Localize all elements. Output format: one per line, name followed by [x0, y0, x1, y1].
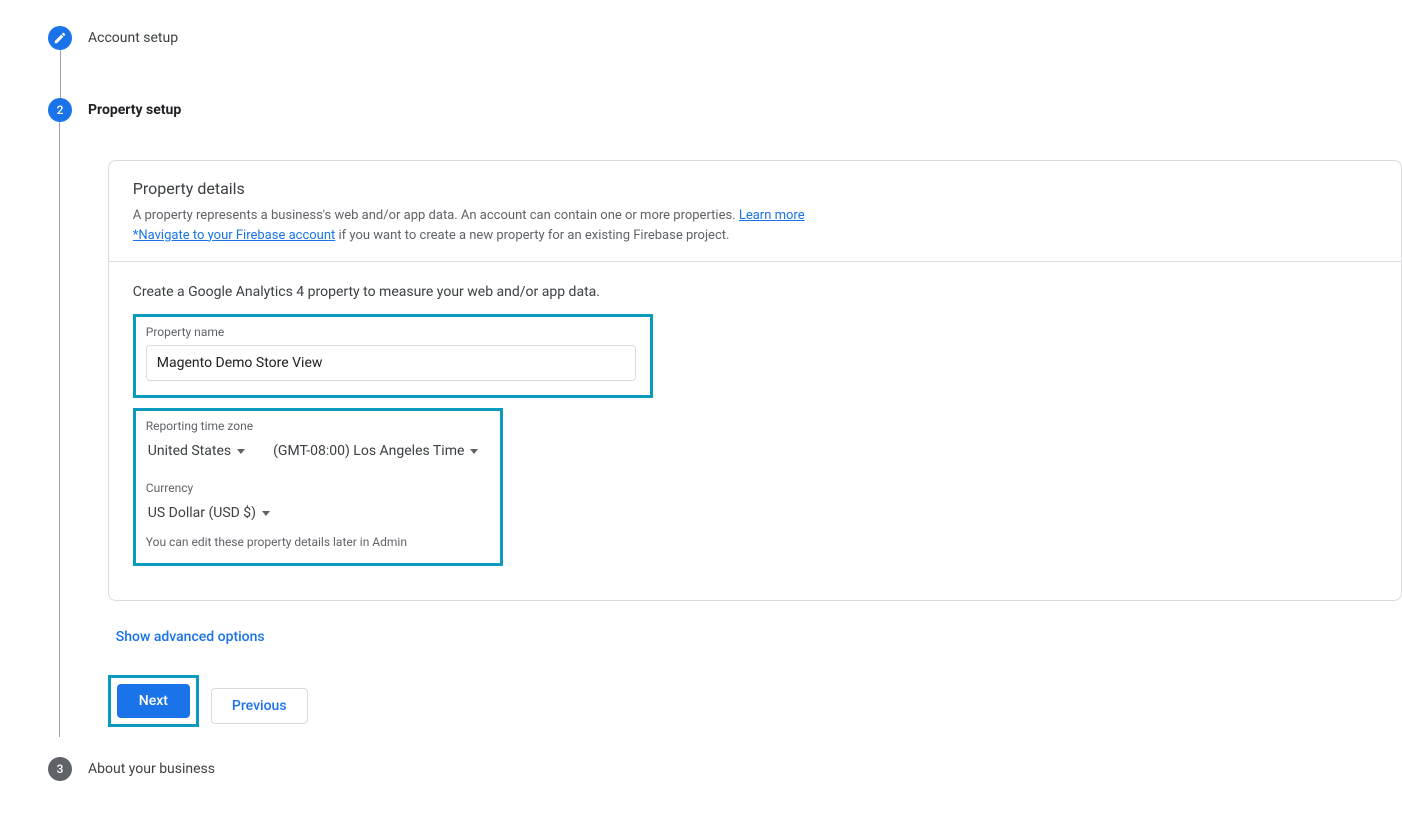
timezone-value: (GMT-08:00) Los Angeles Time [273, 443, 464, 459]
chevron-down-icon [237, 449, 245, 454]
intro-text: Create a Google Analytics 4 property to … [133, 284, 1377, 300]
step-account-setup[interactable]: Account setup [48, 26, 1402, 50]
currency-label: Currency [146, 481, 490, 495]
country-value: United States [148, 443, 231, 459]
timezone-label: Reporting time zone [146, 419, 490, 433]
step-1-badge [48, 26, 72, 50]
step-property-setup: 2 Property setup [48, 98, 1402, 122]
country-select[interactable]: United States [146, 439, 247, 463]
step-2-label: Property setup [88, 102, 181, 118]
step-3-badge: 3 [48, 757, 72, 781]
panel-title: Property details [133, 179, 1377, 198]
currency-value: US Dollar (USD $) [148, 505, 256, 521]
property-name-highlight: Property name [133, 314, 653, 398]
currency-select[interactable]: US Dollar (USD $) [146, 501, 272, 525]
property-name-label: Property name [146, 325, 640, 339]
step-2-badge: 2 [48, 98, 72, 122]
timezone-select[interactable]: (GMT-08:00) Los Angeles Time [271, 439, 480, 463]
next-button-highlight: Next [108, 675, 199, 727]
step-about-business: 3 About your business [48, 757, 1402, 781]
learn-more-link[interactable]: Learn more [739, 208, 805, 223]
edit-later-hint: You can edit these property details late… [146, 535, 490, 549]
property-details-panel: Property details A property represents a… [108, 160, 1402, 601]
step-2-number: 2 [57, 103, 64, 117]
firebase-account-link[interactable]: *Navigate to your Firebase account [133, 228, 336, 243]
timezone-currency-highlight: Reporting time zone United States (GMT-0… [133, 408, 503, 566]
step-3-label: About your business [88, 761, 215, 777]
chevron-down-icon [262, 511, 270, 516]
step-3-number: 3 [57, 762, 64, 776]
next-button[interactable]: Next [117, 684, 190, 718]
show-advanced-options-link[interactable]: Show advanced options [116, 629, 265, 645]
panel-description: A property represents a business's web a… [133, 206, 1377, 245]
step-1-label: Account setup [88, 30, 178, 46]
chevron-down-icon [470, 449, 478, 454]
property-name-input[interactable] [146, 345, 636, 381]
previous-button[interactable]: Previous [211, 688, 308, 724]
edit-icon [53, 31, 67, 45]
